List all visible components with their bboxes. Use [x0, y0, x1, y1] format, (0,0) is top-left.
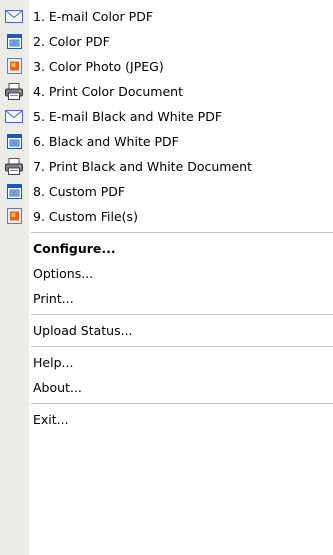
mail-envelope-icon	[5, 108, 23, 124]
mail-envelope-icon	[5, 8, 23, 24]
menu-item-print-color-document[interactable]: 4. Print Color Document	[0, 79, 333, 104]
menu-separator	[0, 311, 333, 318]
menu-item-label: Help...	[33, 355, 74, 370]
menu-item-label: 2. Color PDF	[33, 34, 110, 49]
pdf-document-icon	[5, 183, 23, 199]
photo-file-icon	[5, 208, 23, 224]
menu-item-label: 6. Black and White PDF	[33, 134, 179, 149]
menu-item-color-photo-jpeg[interactable]: 3. Color Photo (JPEG)	[0, 54, 333, 79]
menu-item-color-pdf[interactable]: 2. Color PDF	[0, 29, 333, 54]
menu-item-email-color-pdf[interactable]: 1. E-mail Color PDF	[0, 4, 333, 29]
pdf-document-icon	[5, 133, 23, 149]
menu-item-print[interactable]: Print...	[0, 286, 333, 311]
menu-item-exit[interactable]: Exit...	[0, 407, 333, 432]
menu-item-label: 3. Color Photo (JPEG)	[33, 59, 164, 74]
menu-item-label: 4. Print Color Document	[33, 84, 183, 99]
menu-item-label: Options...	[33, 266, 94, 281]
menu-item-bw-pdf[interactable]: 6. Black and White PDF	[0, 129, 333, 154]
printer-icon	[5, 157, 23, 175]
menu-item-label: About...	[33, 380, 82, 395]
menu-item-upload-status[interactable]: Upload Status...	[0, 318, 333, 343]
menu-item-label: Upload Status...	[33, 323, 133, 338]
menu-item-help[interactable]: Help...	[0, 350, 333, 375]
menu-item-label: 9. Custom File(s)	[33, 209, 138, 224]
menu-item-options[interactable]: Options...	[0, 261, 333, 286]
menu-item-custom-files[interactable]: 9. Custom File(s)	[0, 204, 333, 229]
menu-item-label: 7. Print Black and White Document	[33, 159, 252, 174]
pdf-document-icon	[5, 33, 23, 49]
menu-separator	[0, 343, 333, 350]
photo-file-icon	[5, 58, 23, 74]
menu-item-label: 8. Custom PDF	[33, 184, 126, 199]
menu-item-configure[interactable]: Configure...	[0, 236, 333, 261]
menu-item-label: Print...	[33, 291, 74, 306]
menu-item-print-bw-document[interactable]: 7. Print Black and White Document	[0, 154, 333, 179]
printer-icon	[5, 82, 23, 100]
menu-item-label: 5. E-mail Black and White PDF	[33, 109, 223, 124]
menu-separator	[0, 229, 333, 236]
menu-item-about[interactable]: About...	[0, 375, 333, 400]
menu-item-custom-pdf[interactable]: 8. Custom PDF	[0, 179, 333, 204]
menu-item-label: Configure...	[33, 241, 116, 256]
context-menu: 1. E-mail Color PDF 2. Color PDF 3. Colo…	[0, 0, 333, 555]
menu-separator	[0, 400, 333, 407]
menu-item-email-bw-pdf[interactable]: 5. E-mail Black and White PDF	[0, 104, 333, 129]
menu-items: 1. E-mail Color PDF 2. Color PDF 3. Colo…	[0, 4, 333, 432]
menu-item-label: Exit...	[33, 412, 69, 427]
menu-item-label: 1. E-mail Color PDF	[33, 9, 154, 24]
